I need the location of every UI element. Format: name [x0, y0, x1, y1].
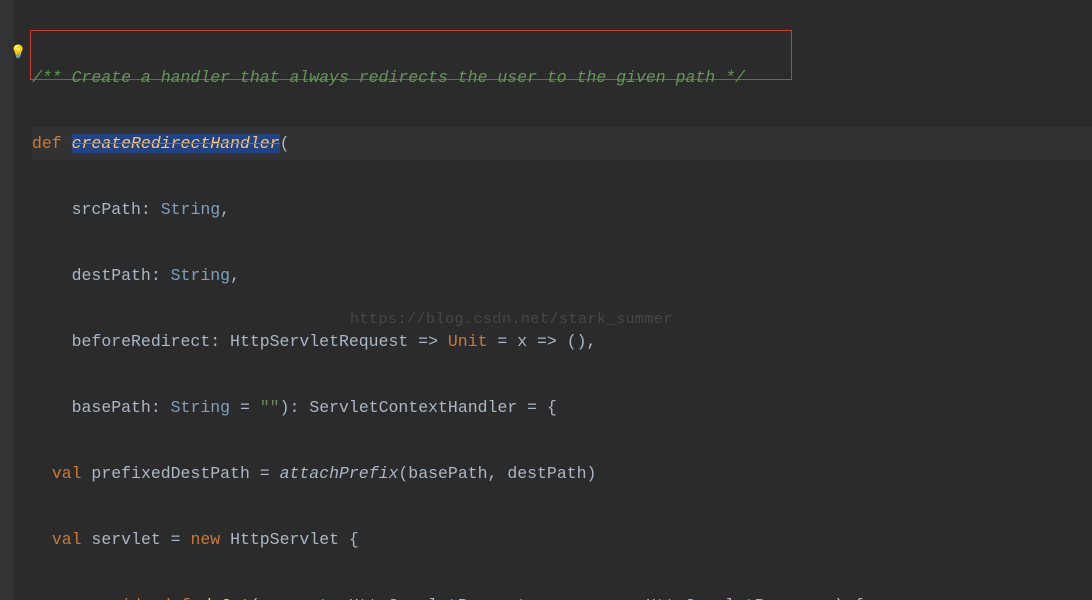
string-literal: "" — [260, 398, 280, 417]
type: String — [171, 266, 230, 285]
code-line[interactable]: srcPath: String, — [32, 193, 1092, 226]
lightbulb-icon[interactable]: 💡 — [10, 36, 24, 50]
param-name: basePath — [72, 398, 151, 417]
keyword-override: override — [72, 596, 151, 600]
keyword-val: val — [52, 464, 82, 483]
keyword-new: new — [190, 530, 220, 549]
function-call: attachPrefix — [280, 464, 399, 483]
code-editor[interactable]: 💡 https://blog.csdn.net/stark_summer /**… — [0, 0, 1092, 600]
javadoc-comment: /** Create a handler that always redirec… — [32, 68, 745, 87]
code-line[interactable]: /** Create a handler that always redirec… — [32, 61, 1092, 94]
code-line[interactable]: val prefixedDestPath = attachPrefix(base… — [32, 457, 1092, 490]
keyword-def: def — [32, 134, 62, 153]
type: HttpServletResponse — [646, 596, 834, 600]
code-line[interactable]: basePath: String = ""): ServletContextHa… — [32, 391, 1092, 424]
function-name: createRedirectHandler — [72, 134, 280, 153]
function-name: doGet — [190, 596, 249, 600]
code-line[interactable]: destPath: String, — [32, 259, 1092, 292]
keyword-def: def — [151, 596, 191, 600]
type: HttpServletRequest — [230, 332, 408, 351]
param-name: destPath — [72, 266, 151, 285]
code-line[interactable]: def createRedirectHandler( — [32, 127, 1092, 160]
code-line[interactable]: override def doGet(request: HttpServletR… — [32, 589, 1092, 600]
return-type: ServletContextHandler — [309, 398, 517, 417]
editor-gutter — [0, 0, 14, 600]
param-name: beforeRedirect — [72, 332, 211, 351]
type: String — [171, 398, 230, 417]
keyword-val: val — [52, 530, 82, 549]
type: HttpServletRequest — [349, 596, 527, 600]
code-line[interactable]: beforeRedirect: HttpServletRequest => Un… — [32, 325, 1092, 358]
paren: ( — [280, 134, 290, 153]
code-block[interactable]: /** Create a handler that always redirec… — [0, 28, 1092, 600]
code-line[interactable]: val servlet = new HttpServlet { — [32, 523, 1092, 556]
type-unit: Unit — [448, 332, 488, 351]
type: String — [161, 200, 220, 219]
param-name: srcPath — [72, 200, 141, 219]
